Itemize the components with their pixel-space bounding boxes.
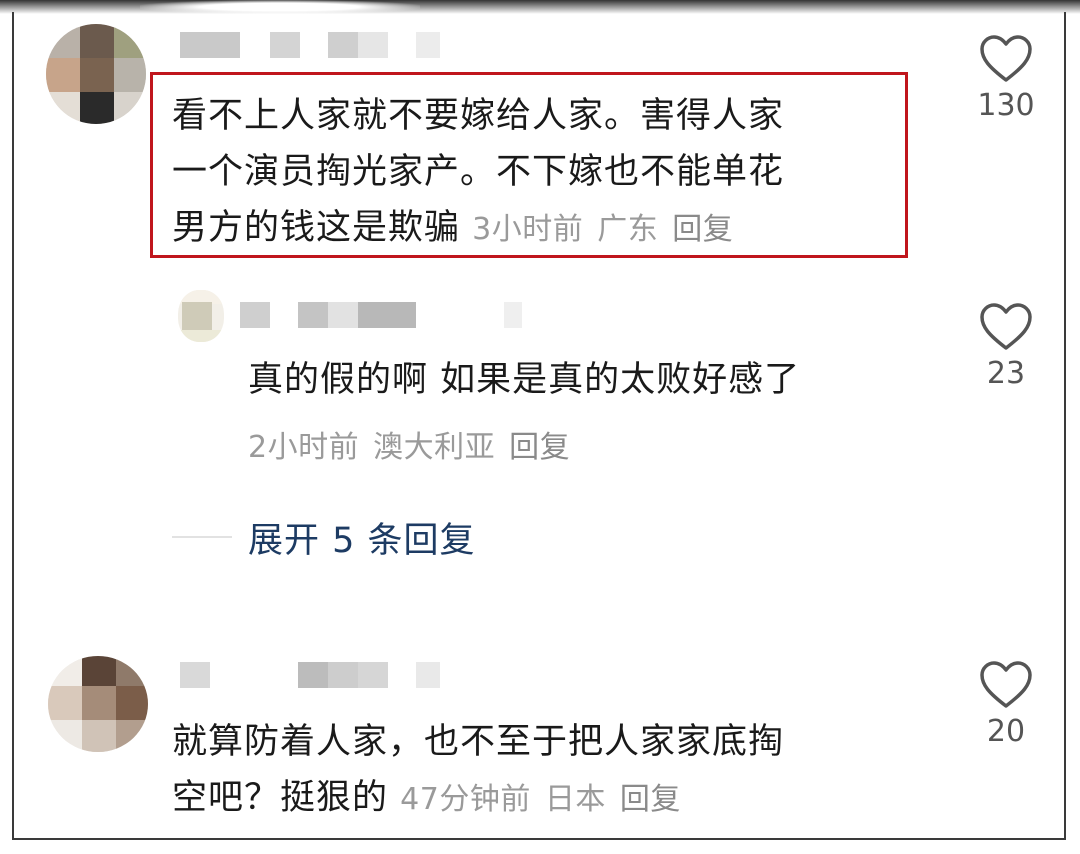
reply-like[interactable]: 23	[966, 302, 1046, 391]
comment-1-line-3-text: 男方的钱这是欺骗	[172, 208, 461, 248]
comment-2-username-blurred[interactable]	[180, 662, 440, 688]
comment-2-like-count: 20	[986, 714, 1026, 749]
comment-2-like[interactable]: 20	[966, 660, 1046, 749]
reply-username-blurred[interactable]	[240, 302, 522, 328]
comment-1-line-2: 一个演员掏光家产。不下嫁也不能单花	[172, 152, 785, 192]
comment-1-text: 看不上人家就不要嫁给人家。害得人家 一个演员掏光家产。不下嫁也不能单花 男方的钱…	[172, 88, 892, 258]
comment-1-like[interactable]: 130	[966, 34, 1046, 123]
comment-1-avatar[interactable]	[46, 24, 146, 124]
comment-1-line-1: 看不上人家就不要嫁给人家。害得人家	[172, 96, 785, 136]
comment-1-like-count: 130	[977, 88, 1035, 123]
reply-meta: 2小时前 澳大利亚 回复	[248, 422, 570, 466]
reply-like-count: 23	[986, 356, 1026, 391]
reply-location: 澳大利亚	[373, 430, 496, 465]
comment-2-line-2: 空吧？挺狠的 47分钟前 日本 回复	[172, 770, 912, 828]
reply-text: 真的假的啊 如果是真的太败好感了	[248, 360, 801, 400]
expand-replies-link[interactable]: 展开 5 条回复	[248, 512, 476, 563]
expand-replies[interactable]: 展开 5 条回复	[172, 512, 476, 562]
comment-1-reply-button[interactable]: 回复	[672, 212, 733, 247]
expand-divider	[172, 536, 232, 538]
comment-2-line-1: 就算防着人家，也不至于把人家家底掏	[172, 722, 785, 762]
heart-outline-icon[interactable]	[979, 34, 1033, 84]
comment-1-line-3: 男方的钱这是欺骗 3小时前 广东 回复	[172, 200, 892, 258]
comment-1-username-blurred[interactable]	[180, 32, 440, 58]
reply-reply-button[interactable]: 回复	[509, 430, 570, 465]
comment-2-line-2-text: 空吧？挺狠的	[172, 778, 389, 818]
comment-2-text: 就算防着人家，也不至于把人家家底掏 空吧？挺狠的 47分钟前 日本 回复	[172, 714, 912, 828]
comment-2-location: 日本	[544, 782, 606, 817]
comment-2-reply-button[interactable]: 回复	[620, 782, 681, 817]
comment-2-avatar[interactable]	[48, 656, 148, 752]
heart-outline-icon[interactable]	[979, 302, 1033, 352]
heart-outline-icon[interactable]	[979, 660, 1033, 710]
comment-2-meta: 47分钟前 日本 回复	[400, 782, 681, 817]
comment-1-meta: 3小时前 广东 回复	[472, 212, 733, 247]
reply-time: 2小时前	[248, 430, 360, 465]
reply-avatar[interactable]	[178, 290, 224, 342]
comment-1-time: 3小时前	[472, 212, 584, 247]
comment-2-time: 47分钟前	[400, 782, 531, 817]
comment-1-location: 广东	[597, 212, 659, 247]
